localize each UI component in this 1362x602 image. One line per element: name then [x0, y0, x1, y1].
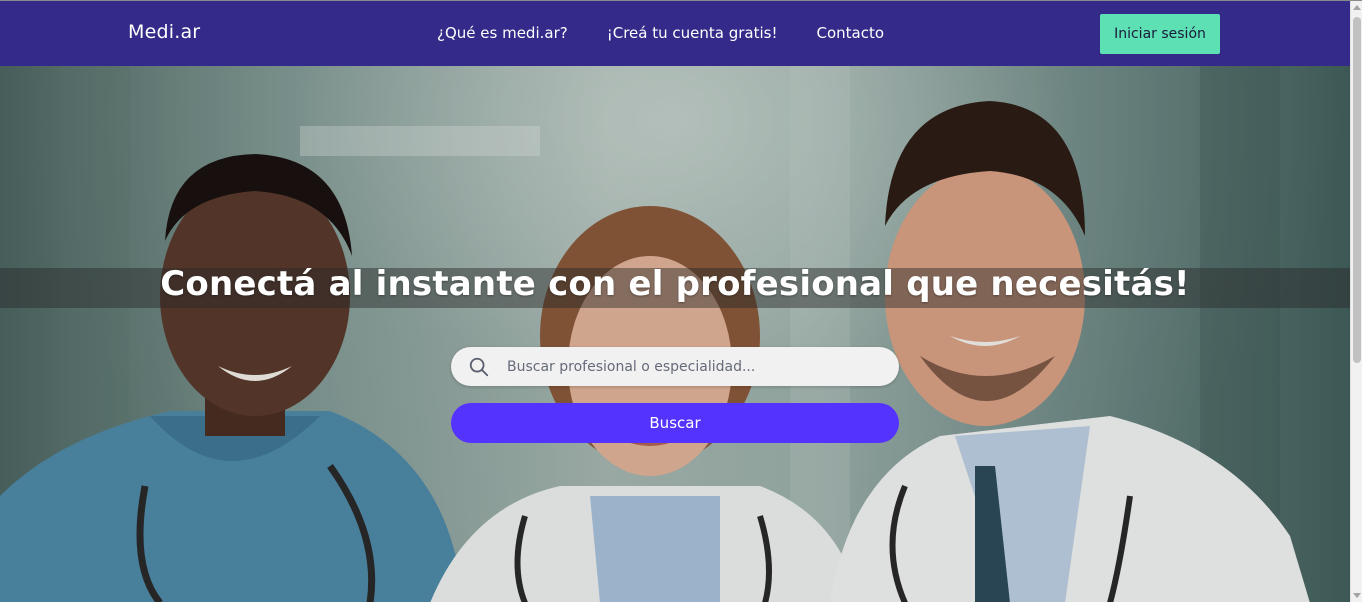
hero-headline: Conectá al instante con el profesional q…	[160, 264, 1190, 304]
nav-links: ¿Qué es medi.ar? ¡Creá tu cuenta gratis!…	[437, 24, 923, 42]
nav-link-contacto[interactable]: Contacto	[816, 24, 884, 42]
nav-link-que-es[interactable]: ¿Qué es medi.ar?	[437, 24, 568, 42]
search-icon	[469, 357, 489, 376]
vertical-scrollbar[interactable]	[1350, 1, 1362, 602]
scroll-down-arrow-icon[interactable]	[1353, 593, 1361, 598]
login-button[interactable]: Iniciar sesión	[1100, 14, 1220, 54]
scrollbar-thumb[interactable]	[1353, 17, 1361, 363]
navbar: Medi.ar ¿Qué es medi.ar? ¡Creá tu cuenta…	[0, 1, 1350, 66]
nav-link-crear-cuenta[interactable]: ¡Creá tu cuenta gratis!	[607, 24, 778, 42]
page: Medi.ar ¿Qué es medi.ar? ¡Creá tu cuenta…	[0, 0, 1362, 602]
search-input[interactable]	[507, 358, 887, 375]
scroll-up-arrow-icon[interactable]	[1353, 5, 1361, 10]
hero-section: Conectá al instante con el profesional q…	[0, 66, 1350, 602]
brand-logo[interactable]: Medi.ar	[128, 21, 200, 43]
search-box[interactable]	[451, 347, 899, 386]
main-content: Medi.ar ¿Qué es medi.ar? ¡Creá tu cuenta…	[0, 1, 1350, 602]
hero-image	[0, 66, 1350, 602]
search-button[interactable]: Buscar	[451, 403, 899, 443]
